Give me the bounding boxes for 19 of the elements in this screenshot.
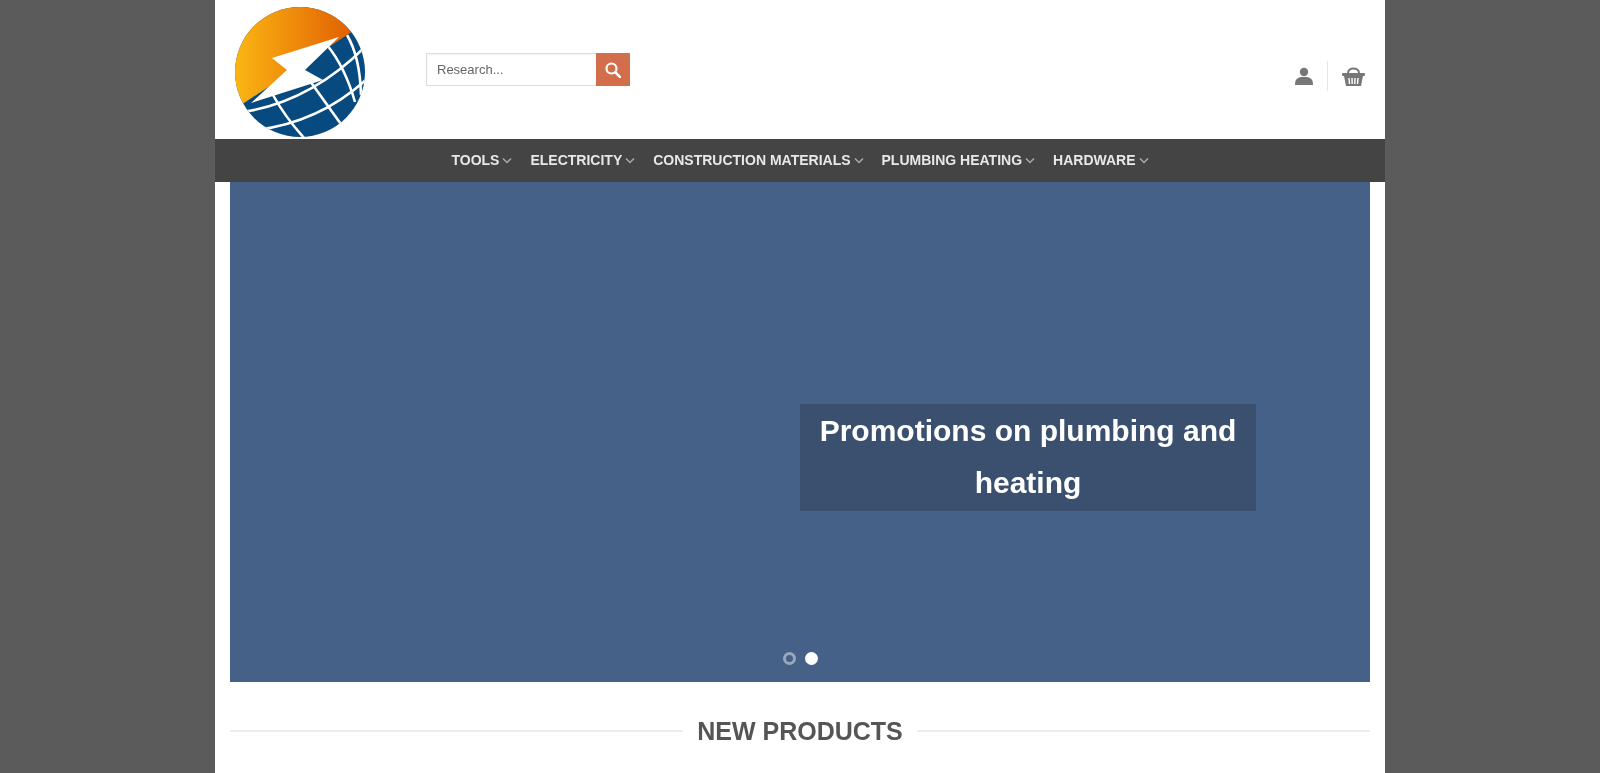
chevron-down-icon [1138,157,1149,164]
chevron-down-icon [1025,157,1036,164]
nav-link[interactable]: HARDWARE [1044,150,1158,171]
nav-link[interactable]: CONSTRUCTION MATERIALS [644,150,873,171]
carousel-dot[interactable] [804,652,818,665]
section-title: NEW PRODUCTS [697,716,903,746]
nav-link[interactable]: ELECTRICITY [521,150,645,171]
nav-link[interactable]: PLUMBING HEATING [872,150,1045,171]
user-icon[interactable] [1295,67,1313,85]
slide-caption: Promotions on plumbing and heating [800,404,1256,511]
chevron-down-icon [625,157,636,164]
basket-icon[interactable] [1342,66,1365,86]
nav-link[interactable]: TOOLS [442,150,522,171]
search-field[interactable]: Research... [426,53,596,86]
search-icon [605,61,621,78]
chevron-down-icon [502,157,513,164]
carousel-dot[interactable] [782,652,796,665]
search-button[interactable] [596,53,630,86]
chevron-down-icon [853,157,864,164]
